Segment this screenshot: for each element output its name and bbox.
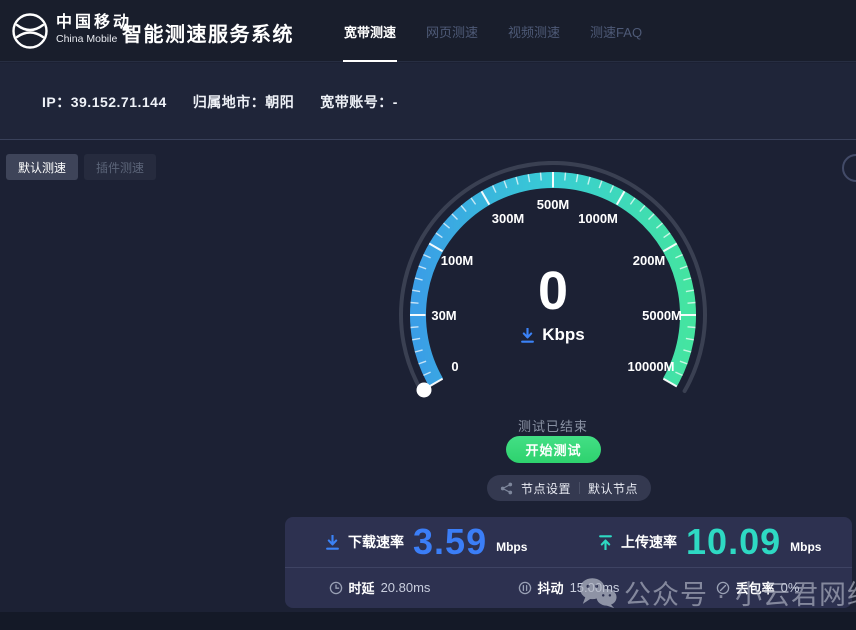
download-unit: Mbps <box>496 540 527 554</box>
jitter-result: 抖动 15.00ms <box>474 578 663 597</box>
mode-tabs: 默认测速 插件测速 <box>6 154 156 180</box>
jitter-icon <box>518 581 532 595</box>
results-panel: 下载速率 3.59 Mbps 上传速率 10.09 Mbps 时延 20.80m… <box>285 517 852 608</box>
upload-unit: Mbps <box>790 540 821 554</box>
current-speed-unit-row: Kbps <box>380 325 726 345</box>
info-bar: IP：39.152.71.144 归属地市：朝阳 宽带账号：- <box>0 63 856 140</box>
results-bottom-row: 时延 20.80ms 抖动 15.00ms 丢包率 0% <box>285 568 852 607</box>
logo-cn: 中国移动 <box>56 13 132 33</box>
logo-en: China Mobile <box>56 33 132 46</box>
packet-loss-label: 丢包率 <box>736 578 775 597</box>
clock-icon <box>329 581 343 595</box>
upload-result: 上传速率 10.09 Mbps <box>569 517 853 567</box>
scale-label-1000m: 1000M <box>578 211 618 226</box>
china-mobile-logo-icon <box>10 11 50 51</box>
latency-value: 20.80ms <box>381 580 431 595</box>
start-test-button[interactable]: 开始测试 <box>506 436 601 463</box>
results-top-row: 下载速率 3.59 Mbps 上传速率 10.09 Mbps <box>285 517 852 568</box>
node-selection-pill: 节点设置 默认节点 <box>487 475 651 501</box>
download-result: 下载速率 3.59 Mbps <box>285 517 569 567</box>
download-arrow-icon <box>521 328 534 343</box>
jitter-label: 抖动 <box>538 578 564 597</box>
latency-result: 时延 20.80ms <box>285 578 474 597</box>
logo-text: 中国移动 China Mobile <box>56 13 132 46</box>
latency-label: 时延 <box>349 578 375 597</box>
packet-loss-result: 丢包率 0% <box>663 578 852 597</box>
upload-label: 上传速率 <box>621 532 677 552</box>
scale-label-10000m: 10000M <box>628 359 675 374</box>
footer-strip <box>0 612 856 630</box>
gauge-needle-dot <box>417 383 432 398</box>
pill-divider <box>579 482 580 494</box>
packet-loss-icon <box>716 581 730 595</box>
speed-gauge: 0 30M 100M 300M 500M 1000M 200M 5000M 10… <box>380 161 726 405</box>
connection-info: IP：39.152.71.144 归属地市：朝阳 宽带账号：- <box>42 63 398 140</box>
jitter-value: 15.00ms <box>570 580 620 595</box>
scale-label-300m: 300M <box>492 211 525 226</box>
upload-value: 10.09 <box>686 523 781 561</box>
node-settings-button[interactable]: 节点设置 <box>521 480 571 497</box>
download-arrow-icon <box>326 535 339 550</box>
header: 中国移动 China Mobile 智能测速服务系统 宽带测速 网页测速 视频测… <box>0 0 856 62</box>
scale-label-500m: 500M <box>537 197 570 212</box>
default-node-button[interactable]: 默认节点 <box>588 480 638 497</box>
current-speed-value: 0 <box>380 263 726 319</box>
nav-tab-video-speedtest[interactable]: 视频测速 <box>508 22 560 41</box>
mode-tab-plugin-speedtest[interactable]: 插件测速 <box>84 154 156 180</box>
upload-arrow-icon <box>599 535 612 550</box>
scale-label-0: 0 <box>451 359 458 374</box>
nav-tab-webpage-speedtest[interactable]: 网页测速 <box>426 22 478 41</box>
page-title: 智能测速服务系统 <box>122 18 294 47</box>
broadband-account: 宽带账号：- <box>320 92 398 112</box>
mode-tab-default-speedtest[interactable]: 默认测速 <box>6 154 78 180</box>
current-speed-unit: Kbps <box>542 325 585 345</box>
node-share-icon <box>500 482 513 495</box>
nav-tab-speedtest-faq[interactable]: 测速FAQ <box>590 22 642 41</box>
ip-address: IP：39.152.71.144 <box>42 92 167 112</box>
packet-loss-value: 0% <box>781 580 800 595</box>
home-city: 归属地市：朝阳 <box>193 92 295 112</box>
nav-tab-broadband-speedtest[interactable]: 宽带测速 <box>344 22 396 41</box>
edge-widget-partial-circle <box>842 154 856 182</box>
test-status-text: 测试已结束 <box>380 416 726 435</box>
main-nav: 宽带测速 网页测速 视频测速 测速FAQ <box>344 0 642 62</box>
download-value: 3.59 <box>413 523 487 561</box>
download-label: 下载速率 <box>348 532 404 552</box>
